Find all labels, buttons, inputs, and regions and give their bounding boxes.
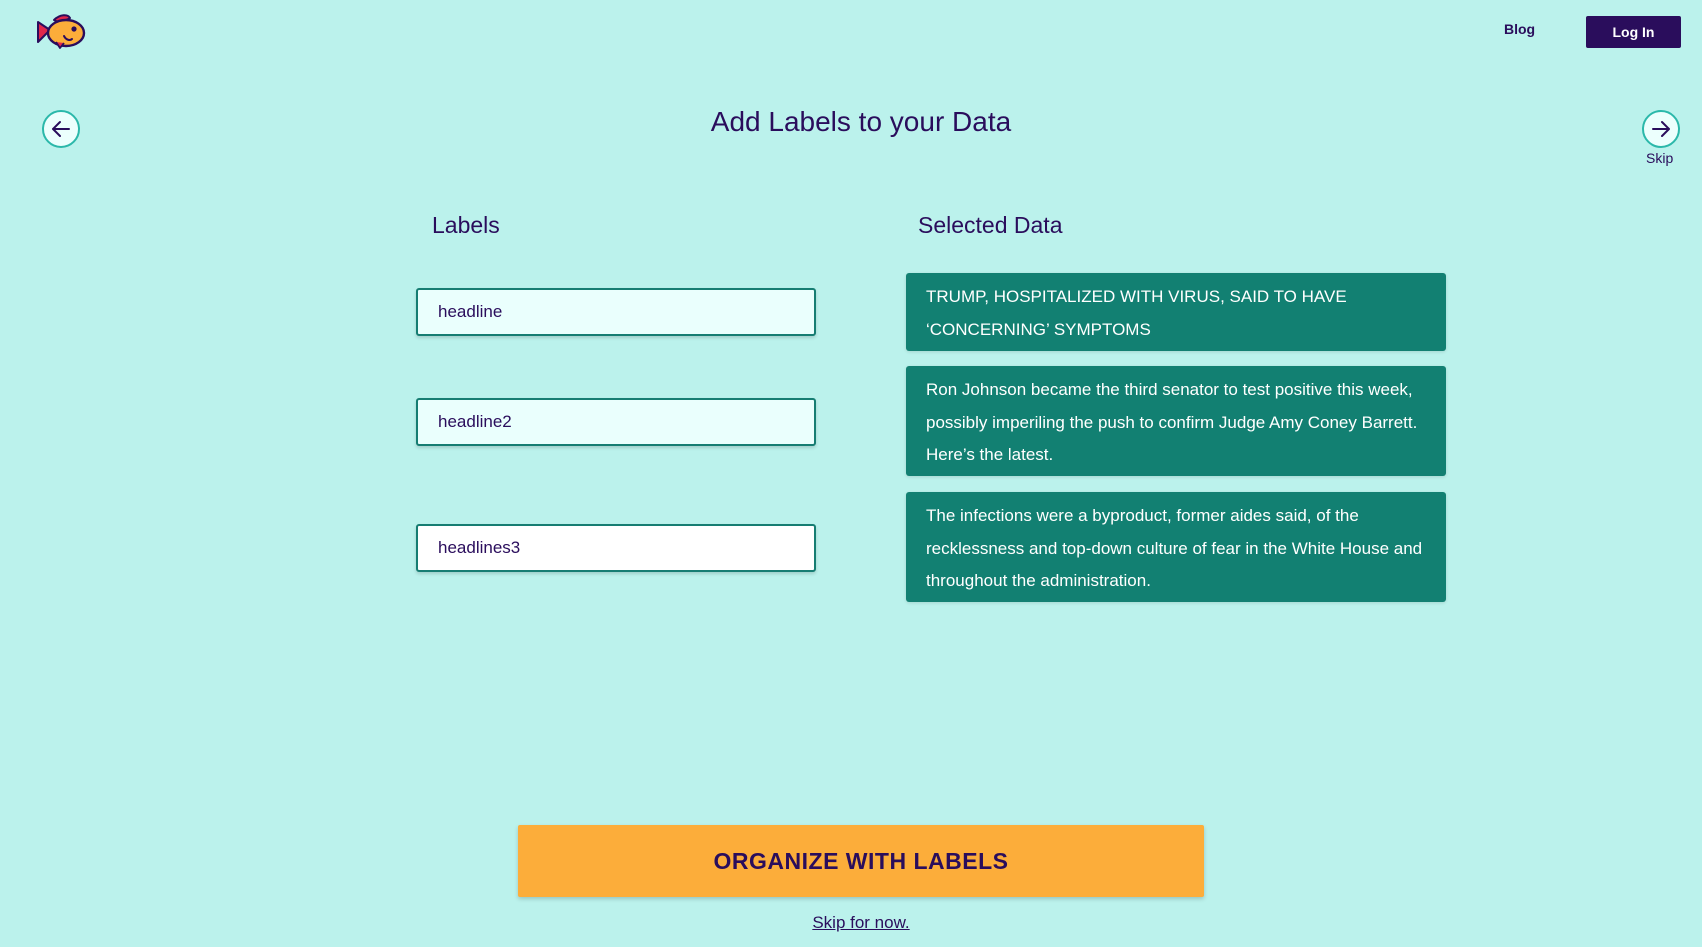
page-title: Add Labels to your Data	[710, 106, 1012, 137]
label-input-1[interactable]	[416, 288, 816, 336]
skip-label[interactable]: Skip	[1646, 150, 1673, 166]
label-input-2[interactable]	[416, 398, 816, 446]
page: Blog Log In Add Labels to your Data Skip…	[0, 0, 1702, 947]
login-button[interactable]: Log In	[1586, 16, 1681, 48]
data-card-3: The infections were a byproduct, former …	[906, 492, 1446, 602]
data-card-2: Ron Johnson became the third senator to …	[906, 366, 1446, 476]
skip-for-now-link[interactable]: Skip for now.	[0, 913, 1702, 933]
data-card-1: TRUMP, HOSPITALIZED WITH VIRUS, SAID TO …	[906, 273, 1446, 351]
blog-link[interactable]: Blog	[1504, 21, 1535, 37]
fish-logo-icon[interactable]	[34, 12, 88, 52]
label-input-3[interactable]	[416, 524, 816, 572]
skip-next-button[interactable]	[1642, 110, 1680, 148]
selected-data-heading: Selected Data	[918, 212, 1063, 238]
arrow-right-icon	[1652, 121, 1670, 137]
labels-heading: Labels	[432, 212, 500, 238]
organize-with-labels-button[interactable]: ORGANIZE WITH LABELS	[518, 825, 1204, 897]
